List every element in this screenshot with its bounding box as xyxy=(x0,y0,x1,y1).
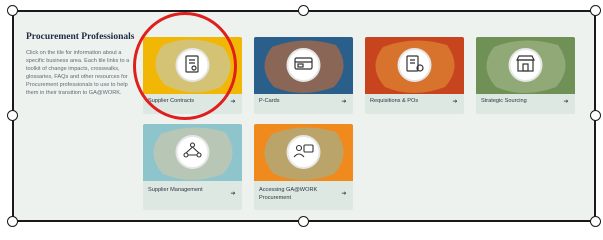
resize-handle-top-center[interactable] xyxy=(298,5,309,16)
tile-strategic-sourcing[interactable]: Strategic Sourcing ➔ xyxy=(476,37,575,114)
intro-panel: Procurement Professionals Click on the t… xyxy=(26,32,138,97)
resize-handle-top-left[interactable] xyxy=(7,5,18,16)
tile-label: Supplier Management xyxy=(148,187,203,193)
intro-description: Click on the tile for information about … xyxy=(26,49,130,96)
red-circle-annotation xyxy=(133,12,237,120)
resize-handle-bottom-left[interactable] xyxy=(7,216,18,227)
tile-label: P-Cards xyxy=(259,98,280,104)
tile-p-cards[interactable]: P-Cards ➔ xyxy=(254,37,353,114)
tile-artwork xyxy=(476,37,575,94)
resize-handle-bottom-right[interactable] xyxy=(590,216,601,227)
arrow-right-icon[interactable]: ➔ xyxy=(229,190,237,198)
resize-handle-top-right[interactable] xyxy=(590,5,601,16)
tile-artwork xyxy=(143,124,242,181)
tile-artwork xyxy=(254,37,353,94)
tile-label: Accessing GA@WORK Procurement xyxy=(259,187,318,201)
tile-accessing-gawork-procurement[interactable]: Accessing GA@WORK Procurement ➔ xyxy=(254,124,353,210)
selection-frame: Procurement Professionals Click on the t… xyxy=(12,10,596,222)
tile-supplier-management[interactable]: Supplier Management ➔ xyxy=(143,124,242,210)
tile-artwork xyxy=(365,37,464,94)
arrow-right-icon[interactable]: ➔ xyxy=(451,98,459,106)
tile-requisitions-pos[interactable]: Requisitions & POs ➔ xyxy=(365,37,464,114)
resize-handle-middle-right[interactable] xyxy=(590,110,601,121)
resize-handle-bottom-center[interactable] xyxy=(298,216,309,227)
arrow-right-icon[interactable]: ➔ xyxy=(562,98,570,106)
tile-label: Strategic Sourcing xyxy=(481,98,527,104)
resize-handle-middle-left[interactable] xyxy=(7,110,18,121)
arrow-right-icon[interactable]: ➔ xyxy=(340,190,348,198)
page-title: Procurement Professionals xyxy=(26,32,135,42)
arrow-right-icon[interactable]: ➔ xyxy=(229,98,237,106)
tile-label: Requisitions & POs xyxy=(370,98,419,104)
tile-artwork xyxy=(254,124,353,181)
arrow-right-icon[interactable]: ➔ xyxy=(340,98,348,106)
